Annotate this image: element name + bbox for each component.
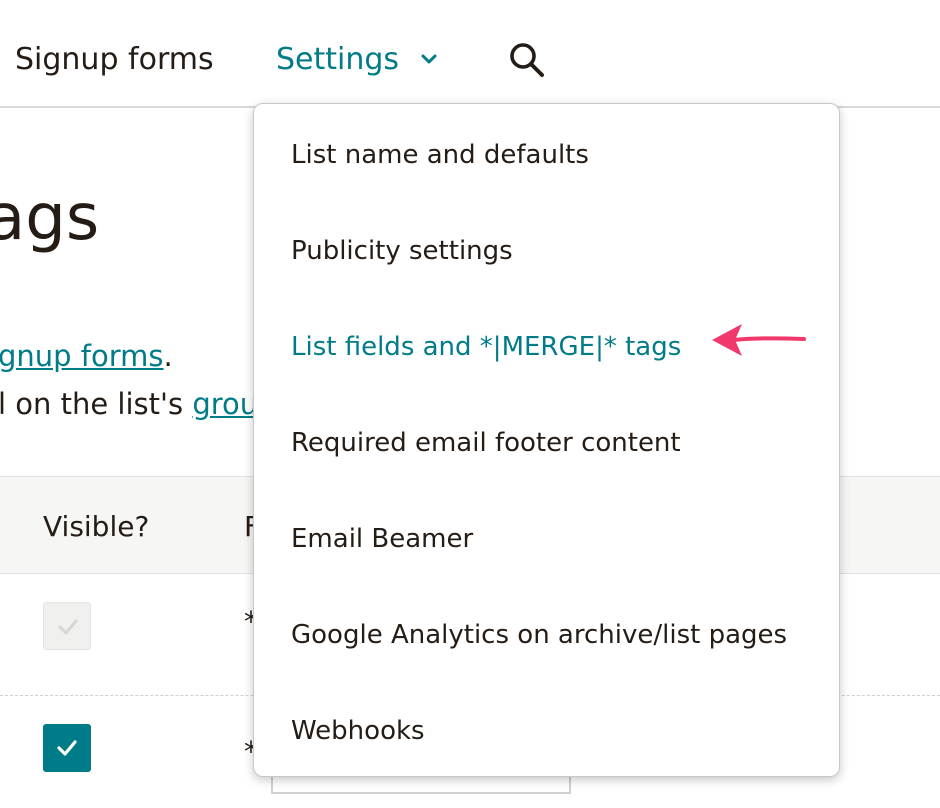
column-header-visible: Visible? — [43, 510, 150, 543]
page-title: ags — [0, 181, 100, 255]
nav-settings[interactable]: Settings — [276, 40, 399, 80]
intro-line-2-text: l on the list's — [0, 387, 193, 421]
menu-item-required-email-footer[interactable]: Required email footer content — [291, 425, 681, 461]
visible-checkbox-disabled — [43, 602, 91, 650]
search-icon[interactable] — [507, 40, 547, 80]
signup-forms-link[interactable]: gnup forms — [0, 339, 164, 373]
settings-dropdown-menu: List name and defaults Publicity setting… — [253, 103, 840, 777]
menu-item-list-name-defaults[interactable]: List name and defaults — [291, 137, 589, 173]
menu-item-publicity-settings[interactable]: Publicity settings — [291, 233, 513, 269]
chevron-down-icon[interactable] — [420, 50, 438, 68]
pointer-arrow-icon — [712, 324, 806, 356]
intro-line-1-tail: . — [163, 339, 173, 373]
intro-line-2: l on the list's grou — [0, 384, 258, 424]
check-icon — [57, 740, 77, 756]
menu-item-email-beamer[interactable]: Email Beamer — [291, 521, 473, 557]
visible-checkbox[interactable] — [43, 724, 91, 772]
top-nav: Signup forms Settings — [0, 0, 940, 108]
menu-item-list-fields-merge-tags[interactable]: List fields and *|MERGE|* tags — [291, 329, 681, 365]
groups-link[interactable]: grou — [192, 387, 258, 421]
intro-line-1: gnup forms. — [0, 336, 173, 376]
nav-signup-forms[interactable]: Signup forms — [15, 40, 214, 80]
menu-item-google-analytics[interactable]: Google Analytics on archive/list pages — [291, 617, 787, 653]
check-icon — [58, 619, 78, 635]
menu-item-webhooks[interactable]: Webhooks — [291, 713, 425, 749]
